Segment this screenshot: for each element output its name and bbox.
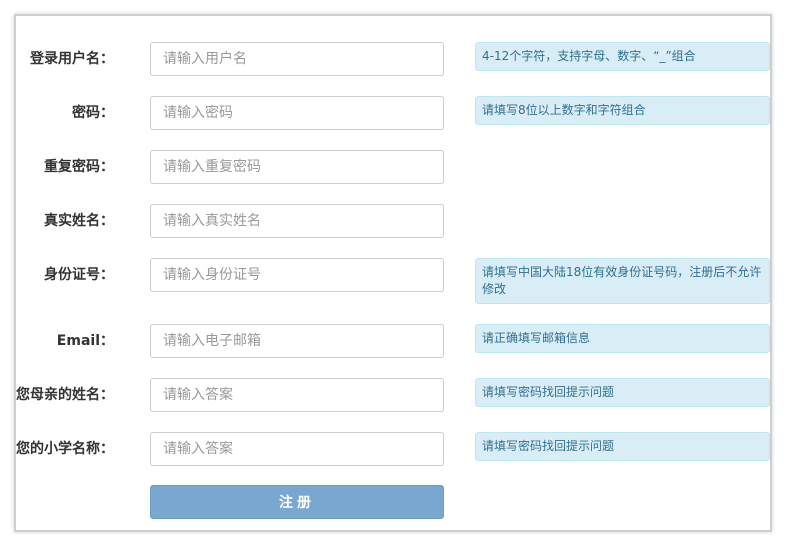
password-label: 密码： — [72, 105, 114, 121]
real-name-input[interactable] — [150, 204, 444, 238]
real-name-label: 真实姓名： — [44, 213, 114, 229]
register-button[interactable]: 注册 — [150, 485, 444, 519]
mother-name-hint: 请填写密码找回提示问题 — [475, 378, 770, 407]
mother-name-label: 您母亲的姓名： — [16, 387, 114, 403]
id-number-input[interactable] — [150, 258, 444, 292]
username-hint: 4-12个字符，支持字母、数字、“_”组合 — [475, 42, 770, 71]
primary-school-hint: 请填写密码找回提示问题 — [475, 432, 770, 461]
repeat-password-input[interactable] — [150, 150, 444, 184]
username-label: 登录用户名： — [30, 51, 114, 67]
id-number-label: 身份证号： — [44, 267, 114, 283]
primary-school-input[interactable] — [150, 432, 444, 466]
id-number-hint: 请填写中国大陆18位有效身份证号码，注册后不允许修改 — [475, 258, 770, 304]
registration-form: 登录用户名： 4-12个字符，支持字母、数字、“_”组合 密码： 请填写8位以上… — [14, 14, 772, 532]
email-hint: 请正确填写邮箱信息 — [475, 324, 770, 353]
email-input[interactable] — [150, 324, 444, 358]
password-hint: 请填写8位以上数字和字符组合 — [475, 96, 770, 125]
primary-school-label: 您的小学名称： — [16, 441, 114, 457]
mother-name-input[interactable] — [150, 378, 444, 412]
repeat-password-label: 重复密码： — [44, 159, 114, 175]
email-label: Email： — [56, 333, 114, 349]
password-input[interactable] — [150, 96, 444, 130]
username-input[interactable] — [150, 42, 444, 76]
